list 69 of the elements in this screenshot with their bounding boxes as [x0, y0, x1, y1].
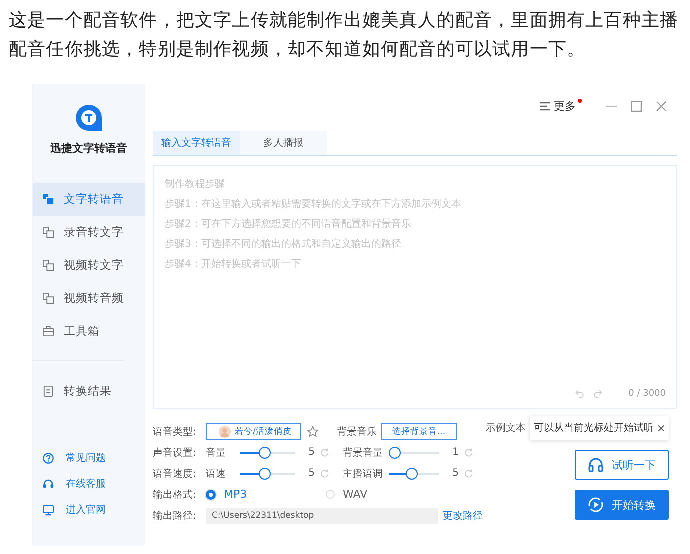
sidebar-item[interactable]: 录音转文字 — [33, 216, 145, 249]
field-label: 输出路径: — [153, 510, 198, 522]
placeholder-text: 步骤1：在这里输入或者粘贴需要转换的文字或在下方添加示例文本 — [165, 198, 462, 212]
sidebar-link[interactable]: 进入官网 — [43, 502, 145, 518]
listen-button[interactable]: 试听一下 — [575, 450, 669, 480]
character-counter: 0 / 3000 — [628, 389, 666, 399]
monitor-icon — [43, 504, 54, 516]
change-path-link[interactable]: 更改路径 — [443, 508, 483, 522]
output-path-field[interactable]: C:\Users\22311\desktop — [206, 508, 438, 524]
tab[interactable]: 输入文字转语音 — [153, 131, 240, 155]
slider-label: 音量 — [206, 446, 227, 460]
document-pair-icon — [43, 227, 54, 238]
sidebar-link[interactable]: 常见问题 — [43, 450, 145, 466]
format-radio[interactable]: MP3 — [206, 488, 326, 501]
sidebar-item[interactable]: 视频转文字 — [33, 249, 145, 282]
slider-value: 5 — [308, 468, 315, 479]
slider-label: 背景音量 — [343, 446, 384, 460]
text-blocks-icon — [43, 194, 54, 205]
sidebar-link[interactable]: 在线客服 — [43, 476, 145, 492]
sidebar-item[interactable]: 文字转语音 — [33, 183, 145, 216]
tooltip-text: 可以从当前光标处开始试听 — [534, 422, 654, 435]
placeholder-text: 制作教程步骤 — [165, 178, 225, 192]
document-pair-icon — [43, 260, 54, 271]
intro-paragraph: 这是一个配音软件，把文字上传就能制作出媲美真人的配音，里面拥有上百种主播配音任你挑选，特别是制作视频，却不知道如何配音的可以试用一下。 — [8, 9, 680, 62]
app-title: 迅捷文字转语音 — [50, 141, 128, 156]
field-label: 背景音乐 — [337, 426, 377, 438]
logo-icon — [74, 103, 104, 133]
sidebar-item[interactable]: 工具箱 — [33, 315, 145, 348]
placeholder-text: 步骤2：可在下方选择您想要的不同语音配置和背景音乐 — [165, 218, 412, 232]
convert-button[interactable]: 开始转换 — [575, 490, 669, 520]
field-label: 语音类型: — [153, 426, 198, 438]
play-icon — [588, 497, 604, 513]
field-label: 语音速度: — [153, 468, 198, 480]
document-pair-icon — [43, 293, 54, 304]
placeholder-text: 步骤3：可选择不同的输出的格式和自定义输出的路径 — [165, 238, 402, 252]
headphones-icon — [588, 457, 604, 473]
format-radio[interactable]: WAV — [326, 488, 446, 501]
star-icon[interactable] — [307, 426, 319, 438]
tab[interactable]: 多人播报 — [240, 131, 327, 155]
slider-value: 5 — [452, 468, 459, 479]
sidebar-item[interactable]: 转换结果 — [33, 375, 145, 408]
music-select-button[interactable]: 选择背景音... — [381, 423, 457, 440]
voice-select-button[interactable]: 若兮/活泼俏皮 — [206, 423, 301, 440]
avatar-icon — [219, 426, 231, 438]
close-icon[interactable] — [656, 100, 667, 112]
document-icon — [43, 386, 54, 397]
more-menu-button[interactable]: 更多 — [540, 98, 582, 114]
text-input-field[interactable]: 制作教程步骤 步骤1：在这里输入或者粘贴需要转换的文字或在下方添加示例文本 步骤2：可在下方选择您想要的不同语音配置和背景音乐 步骤3：可选择不同的输出的格式和自定义输出的路径 步骤4：开始转换或者试听一下 0 / 3000 — [153, 165, 677, 409]
slider-value: 1 — [452, 447, 459, 458]
close-button[interactable]: × — [656, 422, 666, 434]
field-label: 输出格式: — [153, 488, 198, 502]
slider-label: 语速 — [206, 468, 227, 480]
slider-value: 5 — [308, 447, 315, 458]
reset-icon[interactable] — [464, 468, 474, 478]
undo-icon[interactable] — [574, 389, 585, 399]
help-icon — [43, 452, 54, 464]
sidebar-item[interactable]: 视频转音频 — [33, 282, 145, 315]
headset-icon — [43, 478, 54, 490]
reset-icon[interactable] — [320, 468, 330, 478]
redo-icon[interactable] — [592, 389, 603, 399]
placeholder-text: 步骤4：开始转换或者试听一下 — [165, 258, 302, 272]
menu-icon — [540, 102, 550, 110]
field-label: 示例文本 — [486, 422, 526, 435]
slider-label: 主播语调 — [343, 468, 384, 480]
field-label: 声音设置: — [153, 446, 198, 460]
reset-icon[interactable] — [320, 448, 330, 458]
toolbox-icon — [43, 326, 54, 337]
reset-icon[interactable] — [464, 448, 474, 458]
maximize-icon[interactable] — [631, 100, 642, 112]
